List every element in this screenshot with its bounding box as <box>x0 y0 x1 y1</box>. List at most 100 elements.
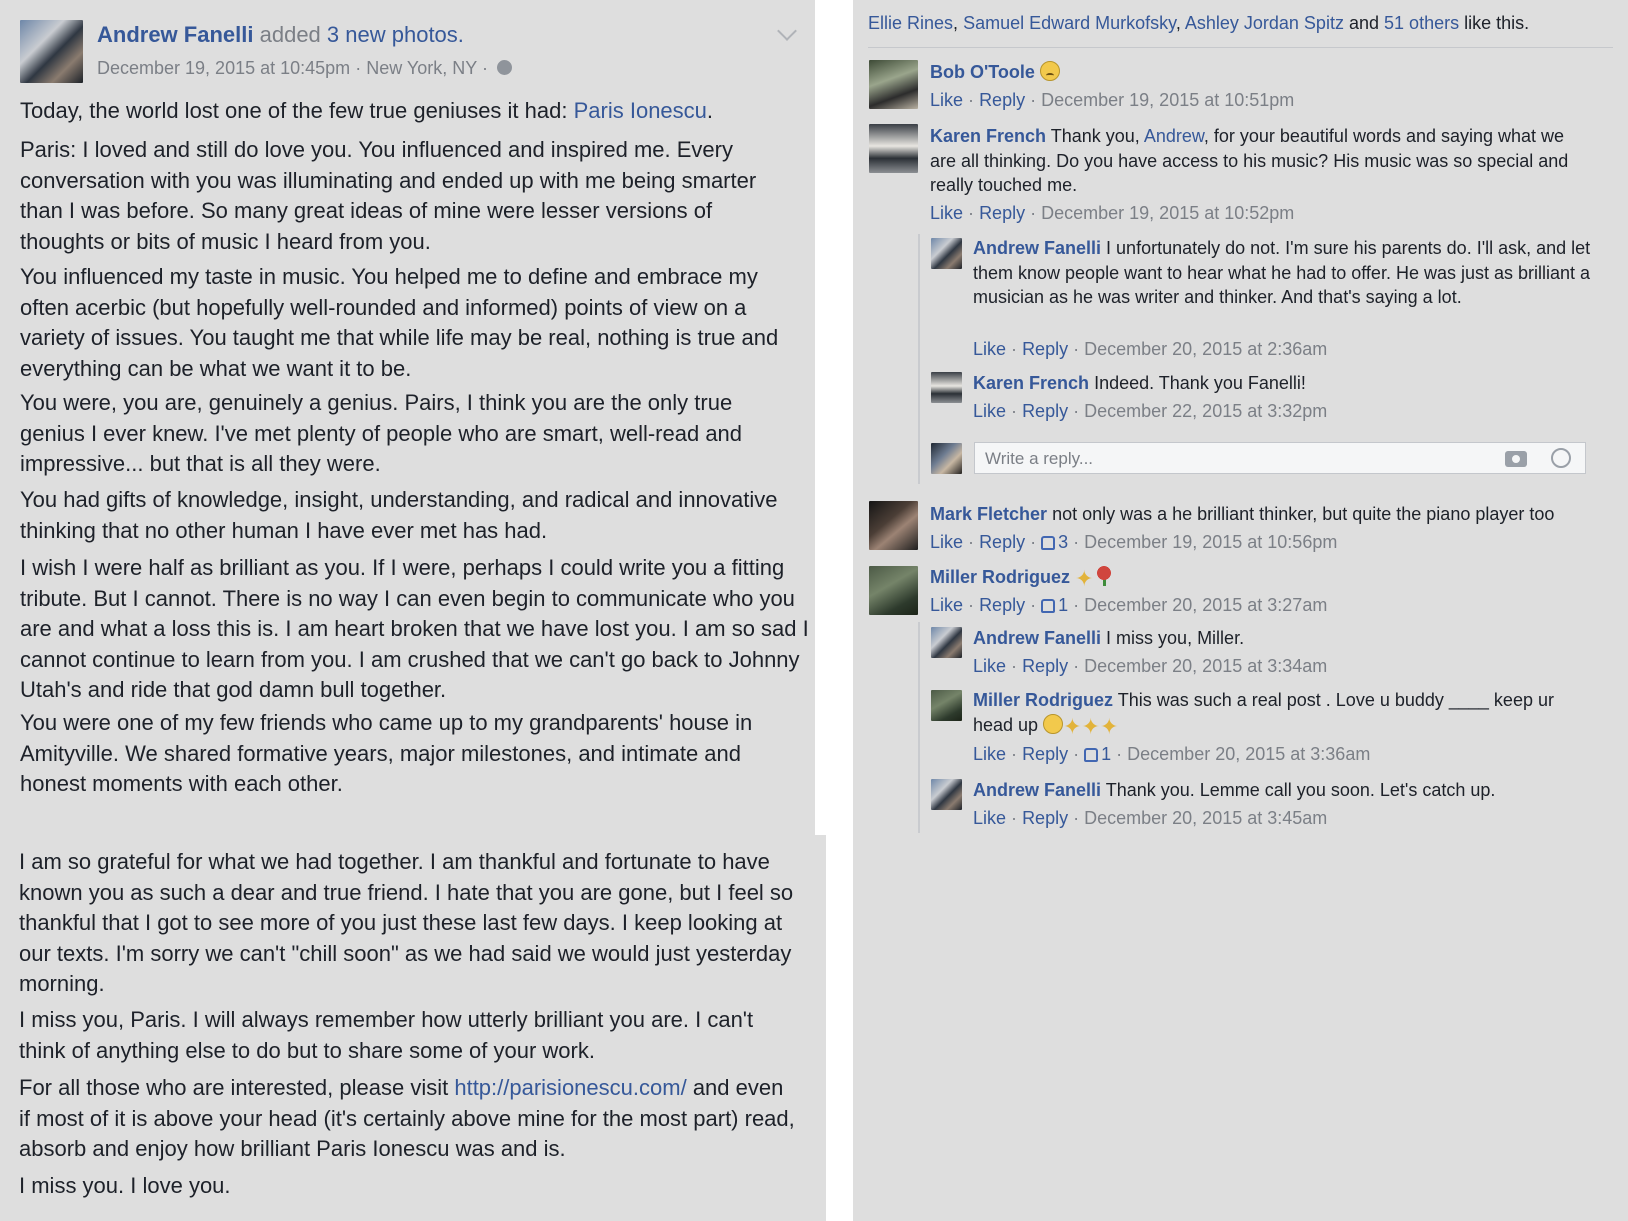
reply-button[interactable]: Reply <box>1022 744 1068 764</box>
website-link[interactable]: http://parisionescu.com/ <box>454 1075 686 1100</box>
comment-time[interactable]: December 19, 2015 at 10:52pm <box>1041 203 1294 223</box>
post-date[interactable]: December 19, 2015 at 10:45pm <box>97 58 350 78</box>
reply-body: Karen French Indeed. Thank you Fanelli! <box>973 371 1593 396</box>
like-button[interactable]: Like <box>973 808 1006 828</box>
reply-text: This was such a real post . Love u buddy… <box>1117 690 1554 710</box>
post-author-link[interactable]: Andrew Fanelli <box>97 22 253 47</box>
post-paragraph: Paris: I loved and still do love you. Yo… <box>20 137 757 254</box>
reply-actions: Like · Reply · December 20, 2015 at 3:34… <box>973 654 1327 678</box>
comment-author[interactable]: Bob O'Toole <box>930 62 1035 82</box>
comment-actions: Like · Reply · December 19, 2015 at 10:5… <box>930 88 1294 112</box>
reply-button[interactable]: Reply <box>1022 656 1068 676</box>
separator: · <box>1030 595 1037 615</box>
reply-thread-line <box>918 622 920 833</box>
comment-time[interactable]: December 19, 2015 at 10:51pm <box>1041 90 1294 110</box>
reply-author[interactable]: Andrew Fanelli <box>973 628 1101 648</box>
reply-actions: Like · Reply · December 20, 2015 at 2:36… <box>973 337 1327 361</box>
separator: · <box>1030 90 1037 110</box>
comment-actions: Like · Reply · December 19, 2015 at 10:5… <box>930 201 1294 225</box>
like-button[interactable]: Like <box>973 339 1006 359</box>
like-button[interactable]: Like <box>930 595 963 615</box>
like-button[interactable]: Like <box>973 401 1006 421</box>
replier-avatar[interactable] <box>931 372 962 403</box>
reply-button[interactable]: Reply <box>979 203 1025 223</box>
reply-time[interactable]: December 20, 2015 at 2:36am <box>1084 339 1327 359</box>
others-likers-link[interactable]: 51 others <box>1384 13 1459 33</box>
liker-link[interactable]: Ellie Rines <box>868 13 953 33</box>
like-button[interactable]: Like <box>973 656 1006 676</box>
reply-actions: Like · Reply · 1 · December 20, 2015 at … <box>973 742 1370 766</box>
liker-link[interactable]: Samuel Edward Murkofsky <box>963 13 1176 33</box>
comment-time[interactable]: December 19, 2015 at 10:56pm <box>1084 532 1337 552</box>
relieved-face-icon <box>1043 713 1064 734</box>
like-count[interactable]: 1 <box>1058 595 1068 615</box>
like-button[interactable]: Like <box>973 744 1006 764</box>
like-button[interactable]: Like <box>930 90 963 110</box>
reply-author[interactable]: Karen French <box>973 373 1089 393</box>
write-reply-box[interactable] <box>974 442 1586 474</box>
empty-area <box>853 833 1628 1221</box>
mention-link[interactable]: Andrew <box>1144 126 1204 146</box>
replier-avatar[interactable] <box>931 690 962 721</box>
chevron-down-icon[interactable] <box>777 21 797 41</box>
reply-button[interactable]: Reply <box>979 90 1025 110</box>
globe-icon[interactable] <box>496 60 512 75</box>
reply-input[interactable] <box>983 447 1467 471</box>
separator: · <box>1073 656 1080 676</box>
reply-button[interactable]: Reply <box>1022 401 1068 421</box>
reply-button[interactable]: Reply <box>979 595 1025 615</box>
reply-time[interactable]: December 20, 2015 at 3:45am <box>1084 808 1327 828</box>
comment-author[interactable]: Mark Fletcher <box>930 504 1047 524</box>
like-button[interactable]: Like <box>930 203 963 223</box>
replier-avatar[interactable] <box>931 627 962 658</box>
separator: , <box>953 13 959 33</box>
reply-author[interactable]: Andrew Fanelli <box>973 238 1101 258</box>
comment-body: Mark Fletcher not only was a he brillian… <box>930 502 1610 527</box>
reply-actions: Like · Reply · December 20, 2015 at 3:45… <box>973 806 1327 830</box>
sparkles-icon: ✦ <box>1099 713 1119 739</box>
camera-icon[interactable] <box>1505 451 1527 467</box>
replier-avatar[interactable] <box>931 238 962 269</box>
smiley-icon[interactable] <box>1551 448 1571 468</box>
like-thumb-icon[interactable] <box>1041 599 1056 613</box>
comment-body: Karen French Thank you, Andrew, for your… <box>930 124 1590 198</box>
reply-button[interactable]: Reply <box>1022 808 1068 828</box>
post-author-avatar[interactable] <box>20 20 83 83</box>
replier-avatar[interactable] <box>931 779 962 810</box>
comment-author[interactable]: Miller Rodriguez <box>930 567 1070 587</box>
reply-author[interactable]: Andrew Fanelli <box>973 780 1101 800</box>
reply-button[interactable]: Reply <box>979 532 1025 552</box>
mention-link[interactable]: Paris Ionescu <box>574 98 707 123</box>
reply-time[interactable]: December 20, 2015 at 3:36am <box>1127 744 1370 764</box>
commenter-avatar[interactable] <box>869 566 918 615</box>
comment-time[interactable]: December 20, 2015 at 3:27am <box>1084 595 1327 615</box>
separator: · <box>1030 532 1037 552</box>
reply-time[interactable]: December 20, 2015 at 3:34am <box>1084 656 1327 676</box>
post-text: For all those who are interested, please… <box>19 1075 449 1100</box>
commenter-avatar[interactable] <box>869 124 918 173</box>
post-paragraph: I miss you. I love you. <box>19 1173 231 1198</box>
like-count[interactable]: 3 <box>1058 532 1068 552</box>
liker-link[interactable]: Ashley Jordan Spitz <box>1185 13 1344 33</box>
post-meta: December 19, 2015 at 10:45pm · New York,… <box>97 56 512 80</box>
reply-text: Thank you. Lemme call you soon. Let's ca… <box>1105 780 1496 800</box>
separator: · <box>1011 339 1018 359</box>
reply-button[interactable]: Reply <box>1022 339 1068 359</box>
like-button[interactable]: Like <box>930 532 963 552</box>
reply-time[interactable]: December 22, 2015 at 3:32pm <box>1084 401 1327 421</box>
sparkles-icon: ✦ <box>1075 566 1094 591</box>
like-thumb-icon[interactable] <box>1041 536 1056 550</box>
separator: · <box>1073 595 1080 615</box>
like-count[interactable]: 1 <box>1101 744 1111 764</box>
reply-author[interactable]: Miller Rodriguez <box>973 690 1113 710</box>
post-location[interactable]: New York, NY <box>366 58 477 78</box>
photos-link[interactable]: 3 new photos. <box>327 22 464 47</box>
post-action-text: added <box>259 22 321 47</box>
like-thumb-icon[interactable] <box>1084 748 1099 762</box>
commenter-avatar[interactable] <box>869 501 918 550</box>
comment-author[interactable]: Karen French <box>930 126 1046 146</box>
commenter-avatar[interactable] <box>869 60 918 109</box>
separator: · <box>1011 808 1018 828</box>
reply-thread-line <box>918 234 920 484</box>
likes-text: and <box>1348 13 1380 33</box>
